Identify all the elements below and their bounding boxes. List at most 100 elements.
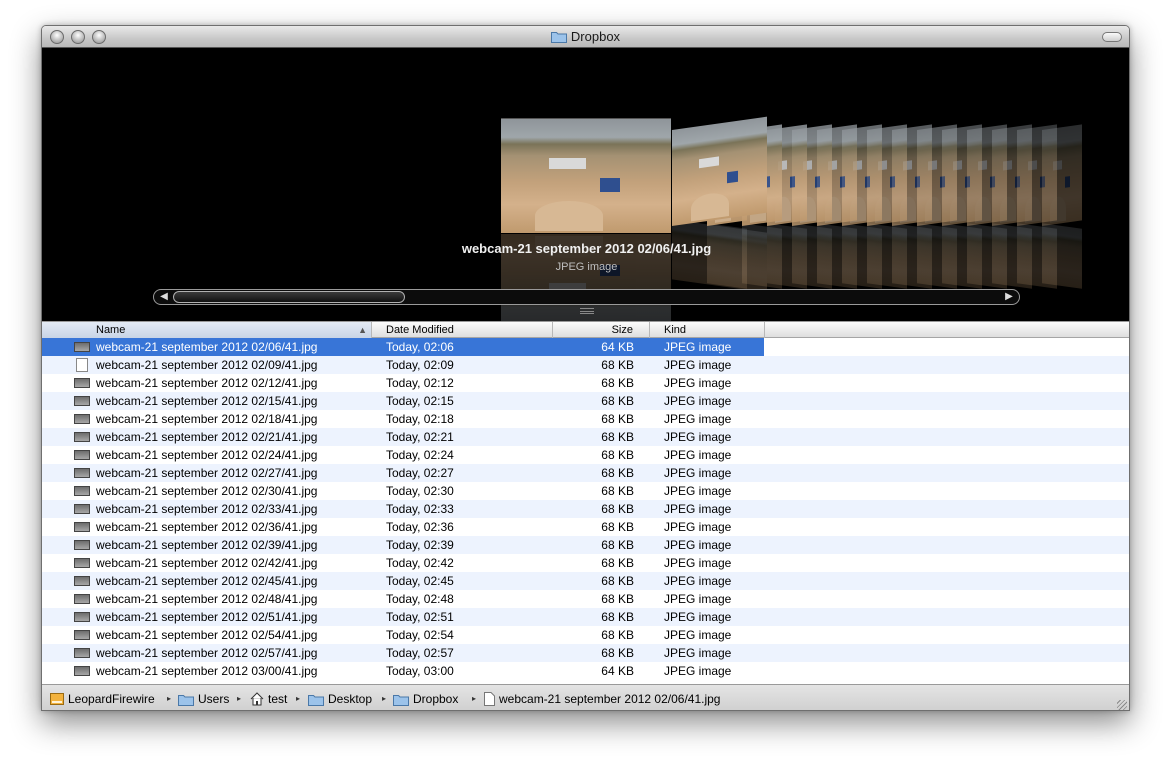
list-header: Name ▲ Date Modified Size Kind (42, 321, 1129, 338)
home-icon (250, 692, 264, 710)
column-header-date[interactable]: Date Modified (372, 322, 553, 338)
document-icon (484, 692, 495, 710)
file-size: 68 KB (601, 628, 634, 642)
file-date: Today, 02:36 (386, 520, 454, 534)
path-separator-icon: ▸ (237, 694, 242, 703)
file-date: Today, 02:09 (386, 358, 454, 372)
table-row[interactable]: webcam-21 september 2012 02/48/41.jpg Tod… (42, 590, 1129, 608)
file-name: webcam-21 september 2012 02/12/41.jpg (96, 376, 318, 390)
file-date: Today, 02:30 (386, 484, 454, 498)
column-header-date-label: Date Modified (386, 324, 454, 336)
file-date: Today, 02:45 (386, 574, 454, 588)
title-bar[interactable]: Dropbox (42, 26, 1129, 48)
file-size: 68 KB (601, 376, 634, 390)
window-title: Dropbox (42, 29, 1129, 44)
file-size: 68 KB (601, 520, 634, 534)
file-size: 68 KB (601, 574, 634, 588)
column-header-kind[interactable]: Kind (650, 322, 765, 338)
file-name: webcam-21 september 2012 02/36/41.jpg (96, 520, 318, 534)
table-row[interactable]: webcam-21 september 2012 02/21/41.jpg Tod… (42, 428, 1129, 446)
file-kind: JPEG image (664, 340, 732, 354)
path-crumb[interactable]: LeopardFirewire (50, 691, 155, 707)
file-kind: JPEG image (664, 538, 732, 552)
table-row[interactable]: webcam-21 september 2012 03/00/41.jpg Tod… (42, 662, 1129, 680)
table-row[interactable]: webcam-21 september 2012 02/42/41.jpg Tod… (42, 554, 1129, 572)
image-thumbnail-icon (74, 594, 90, 604)
file-size: 68 KB (601, 448, 634, 462)
file-name: webcam-21 september 2012 02/33/41.jpg (96, 502, 318, 516)
split-grip-icon[interactable] (580, 308, 594, 314)
file-name: webcam-21 september 2012 02/09/41.jpg (96, 358, 318, 372)
cover-flow-selected-image[interactable] (501, 118, 671, 233)
table-row[interactable]: webcam-21 september 2012 02/30/41.jpg Tod… (42, 482, 1129, 500)
file-name: webcam-21 september 2012 02/42/41.jpg (96, 556, 318, 570)
cover-flow-kind: JPEG image (555, 261, 618, 273)
file-date: Today, 02:21 (386, 430, 454, 444)
path-crumb[interactable]: Users (178, 691, 229, 707)
file-size: 68 KB (601, 412, 634, 426)
path-crumb[interactable]: test (250, 691, 287, 707)
table-row[interactable]: webcam-21 september 2012 02/06/41.jpg Tod… (42, 338, 1129, 356)
table-row[interactable]: webcam-21 september 2012 02/18/41.jpg Tod… (42, 410, 1129, 428)
window-title-text: Dropbox (570, 29, 621, 44)
table-row[interactable]: webcam-21 september 2012 02/15/41.jpg Tod… (42, 392, 1129, 410)
table-row[interactable]: webcam-21 september 2012 02/45/41.jpg Tod… (42, 572, 1129, 590)
file-kind: JPEG image (664, 556, 732, 570)
table-row[interactable]: webcam-21 september 2012 02/24/41.jpg Tod… (42, 446, 1129, 464)
file-name: webcam-21 september 2012 02/54/41.jpg (96, 628, 318, 642)
file-name: webcam-21 september 2012 02/21/41.jpg (96, 430, 318, 444)
file-kind: JPEG image (664, 610, 732, 624)
file-size: 64 KB (601, 664, 634, 678)
cover-flow-view[interactable]: webcam-21 september 2012 02/06/41.jpg JP… (42, 48, 1129, 321)
table-row[interactable]: webcam-21 september 2012 02/27/41.jpg Tod… (42, 464, 1129, 482)
file-date: Today, 02:54 (386, 628, 454, 642)
path-crumb[interactable]: Dropbox (393, 691, 458, 707)
cover-flow-scroll-thumb[interactable] (173, 291, 405, 303)
table-row[interactable]: webcam-21 september 2012 02/57/41.jpg Tod… (42, 644, 1129, 662)
scroll-left-arrow-icon[interactable]: ◀ (156, 290, 172, 304)
image-thumbnail-icon (74, 378, 90, 388)
file-name: webcam-21 september 2012 02/15/41.jpg (96, 394, 318, 408)
path-crumb-label: Dropbox (413, 692, 459, 706)
file-size: 64 KB (601, 340, 634, 354)
file-name: webcam-21 september 2012 02/24/41.jpg (96, 448, 318, 462)
file-date: Today, 02:33 (386, 502, 454, 516)
file-kind: JPEG image (664, 628, 732, 642)
cover-flow-title: webcam-21 september 2012 02/06/41.jpg (461, 241, 712, 256)
path-crumb[interactable]: webcam-21 september 2012 02/06/41.jpg (484, 691, 720, 707)
file-size: 68 KB (601, 502, 634, 516)
file-date: Today, 03:00 (386, 664, 454, 678)
table-row[interactable]: webcam-21 september 2012 02/39/41.jpg Tod… (42, 536, 1129, 554)
file-kind: JPEG image (664, 430, 732, 444)
column-header-name-label: Name (96, 324, 126, 336)
file-name: webcam-21 september 2012 02/57/41.jpg (96, 646, 318, 660)
column-header-size[interactable]: Size (553, 322, 650, 338)
file-kind: JPEG image (664, 502, 732, 516)
document-icon (76, 358, 88, 372)
table-row[interactable]: webcam-21 september 2012 02/54/41.jpg Tod… (42, 626, 1129, 644)
hard-drive-icon (50, 692, 64, 710)
file-name: webcam-21 september 2012 02/39/41.jpg (96, 538, 318, 552)
file-date: Today, 02:12 (386, 376, 454, 390)
file-kind: JPEG image (664, 412, 732, 426)
file-kind: JPEG image (664, 574, 732, 588)
table-row[interactable]: webcam-21 september 2012 02/36/41.jpg Tod… (42, 518, 1129, 536)
image-thumbnail-icon (74, 342, 90, 352)
toolbar-toggle-button[interactable] (1102, 32, 1122, 42)
column-header-kind-label: Kind (664, 324, 687, 336)
resize-handle-icon[interactable] (1117, 700, 1127, 710)
table-row[interactable]: webcam-21 september 2012 02/12/41.jpg Tod… (42, 374, 1129, 392)
table-row[interactable]: webcam-21 september 2012 02/51/41.jpg Tod… (42, 608, 1129, 626)
file-name: webcam-21 september 2012 02/18/41.jpg (96, 412, 318, 426)
file-size: 68 KB (601, 610, 634, 624)
path-crumb[interactable]: Desktop (308, 691, 372, 707)
cover-flow-scrollbar[interactable]: ◀ ▶ (153, 289, 1020, 305)
cover-flow-side-image[interactable] (672, 116, 767, 226)
image-thumbnail-icon (74, 540, 90, 550)
file-list: webcam-21 september 2012 02/06/41.jpg Tod… (42, 338, 1129, 684)
table-row[interactable]: webcam-21 september 2012 02/33/41.jpg Tod… (42, 500, 1129, 518)
scroll-right-arrow-icon[interactable]: ▶ (1001, 290, 1017, 304)
column-header-name[interactable]: Name ▲ (42, 322, 372, 338)
file-kind: JPEG image (664, 646, 732, 660)
table-row[interactable]: webcam-21 september 2012 02/09/41.jpg Tod… (42, 356, 1129, 374)
